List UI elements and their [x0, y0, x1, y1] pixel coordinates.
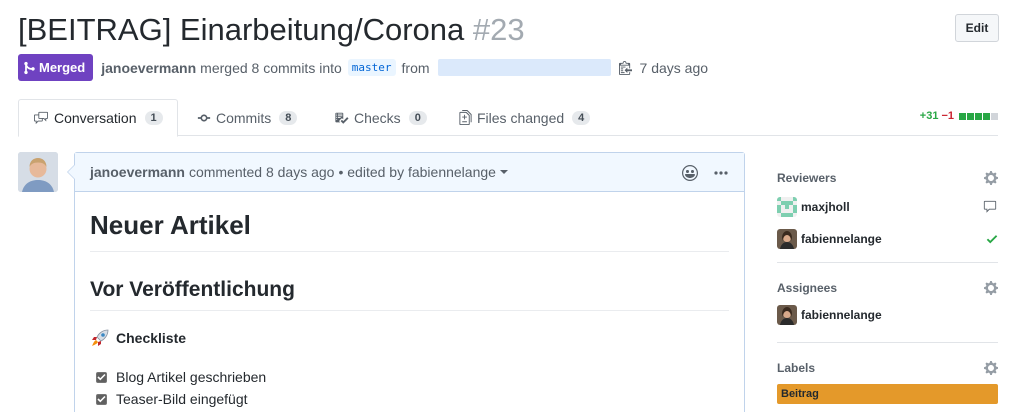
reviewer-row[interactable]: maxjholl	[777, 193, 998, 221]
sidebar: Reviewers maxjholl fabiennelange Assigne…	[777, 152, 998, 404]
copy-icon[interactable]	[618, 60, 632, 75]
checklist-icon	[335, 112, 349, 124]
diffstat-block-add	[975, 112, 982, 120]
task-label: Blog Artikel geschrieben	[116, 369, 267, 385]
file-diff-icon	[459, 110, 472, 125]
gear-icon[interactable]	[984, 170, 998, 186]
tab-conversation[interactable]: Conversation 1	[18, 99, 178, 137]
task-list: Blog Artikel geschrieben Teaser-Bild ein…	[90, 366, 729, 410]
user-avatar	[777, 229, 797, 249]
chevron-down-icon	[499, 170, 508, 174]
diffstat-block-neutral	[991, 112, 998, 120]
reviewer-row[interactable]: fabiennelange	[777, 225, 998, 253]
pr-meta: Merged janoevermann merged 8 commits int…	[18, 54, 708, 81]
from-text: from	[401, 59, 430, 76]
pr-tabs: Conversation 1 Commits 8 Checks 0 Files …	[18, 99, 998, 137]
edited-label: • edited by fabiennelange	[338, 164, 496, 180]
tab-checks[interactable]: Checks 0	[334, 99, 427, 136]
pr-number: #23	[472, 12, 525, 47]
sidebar-labels: Labels Beitrag	[777, 343, 998, 404]
task-checkbox[interactable]	[96, 371, 107, 383]
task-item: Blog Artikel geschrieben	[90, 366, 729, 388]
merged-label: Merged	[39, 60, 86, 75]
diffstat-block-add	[983, 112, 990, 120]
more-options-icon[interactable]	[714, 170, 728, 175]
tab-checks-count: 0	[408, 110, 427, 125]
checklist-heading: Checkliste	[116, 330, 187, 346]
labels-title: Labels	[777, 361, 816, 375]
diffstat: +31 −1	[920, 110, 998, 122]
merged-badge: Merged	[18, 54, 94, 81]
label-beitrag[interactable]: Beitrag	[777, 384, 998, 404]
sidebar-reviewers: Reviewers maxjholl fabiennelange	[777, 152, 998, 263]
pr-title: [BEITRAG] Einarbeitung/Corona	[18, 12, 465, 47]
labels-heading: Labels	[777, 357, 998, 379]
commit-icon	[197, 114, 211, 121]
diffstat-blocks	[958, 112, 998, 120]
body-heading-3: Checkliste	[90, 328, 729, 348]
avatar[interactable]	[18, 152, 58, 192]
merged-time: 7 days ago	[639, 59, 709, 76]
diffstat-deletions: −1	[941, 110, 954, 122]
edited-dropdown[interactable]: • edited by fabiennelange	[338, 164, 508, 180]
comment-box: janoevermann commented 8 days ago • edit…	[67, 152, 745, 412]
assignees-heading: Assignees	[777, 277, 998, 299]
reviewers-heading: Reviewers	[777, 167, 998, 189]
comment-body: Neuer Artikel Vor Veröffentlichung Check…	[75, 192, 744, 410]
assignees-title: Assignees	[777, 281, 838, 295]
body-heading-2: Vor Veröffentlichung	[90, 252, 729, 311]
tab-commits-label: Commits	[216, 109, 272, 126]
assignee-name: fabiennelange	[801, 308, 882, 322]
reviewer-name: fabiennelange	[801, 232, 882, 246]
tab-conversation-label: Conversation	[54, 110, 137, 126]
task-checkbox[interactable]	[96, 393, 107, 405]
gear-icon[interactable]	[984, 280, 998, 296]
tab-commits[interactable]: Commits 8	[197, 99, 298, 136]
assignee-row[interactable]: fabiennelange	[777, 301, 998, 329]
check-icon	[986, 232, 998, 246]
tab-checks-label: Checks	[354, 109, 401, 126]
reviewer-name: maxjholl	[801, 200, 850, 214]
comment-actions	[666, 153, 728, 192]
sidebar-assignees: Assignees fabiennelange	[777, 263, 998, 343]
merged-text: merged 8 commits into	[200, 59, 342, 76]
task-item: Teaser-Bild eingefügt	[90, 388, 729, 410]
pr-author-link[interactable]: janoevermann	[101, 60, 196, 76]
body-heading-1: Neuer Artikel	[90, 192, 729, 252]
user-avatar	[777, 305, 797, 325]
reviewers-title: Reviewers	[777, 171, 837, 185]
diffstat-additions: +31	[919, 110, 939, 122]
conversation-icon	[34, 111, 48, 125]
gear-icon[interactable]	[984, 360, 998, 376]
diffstat-block-add	[959, 112, 966, 120]
comment-action: commented 8 days ago	[188, 164, 335, 180]
comment-author[interactable]: janoevermann	[90, 164, 185, 180]
diffstat-block-add	[967, 112, 974, 120]
identicon-avatar	[777, 197, 797, 217]
pr-title-heading: [BEITRAG] Einarbeitung/Corona #23	[18, 12, 525, 48]
tab-files-changed-label: Files changed	[477, 109, 565, 126]
tab-files-changed-count: 4	[572, 110, 591, 125]
comment-header: janoevermann commented 8 days ago • edit…	[75, 153, 744, 192]
base-branch[interactable]: master	[347, 59, 396, 76]
tab-conversation-count: 1	[144, 111, 163, 125]
tab-commits-count: 8	[279, 110, 298, 125]
head-branch-redacted	[437, 59, 611, 76]
comment-icon	[982, 200, 998, 214]
merge-icon	[24, 61, 35, 74]
edit-button[interactable]: Edit	[955, 14, 999, 42]
rocket-icon	[90, 328, 110, 348]
smiley-icon[interactable]	[682, 164, 698, 181]
task-label: Teaser-Bild eingefügt	[116, 391, 248, 407]
tab-files-changed[interactable]: Files changed 4	[459, 99, 591, 136]
